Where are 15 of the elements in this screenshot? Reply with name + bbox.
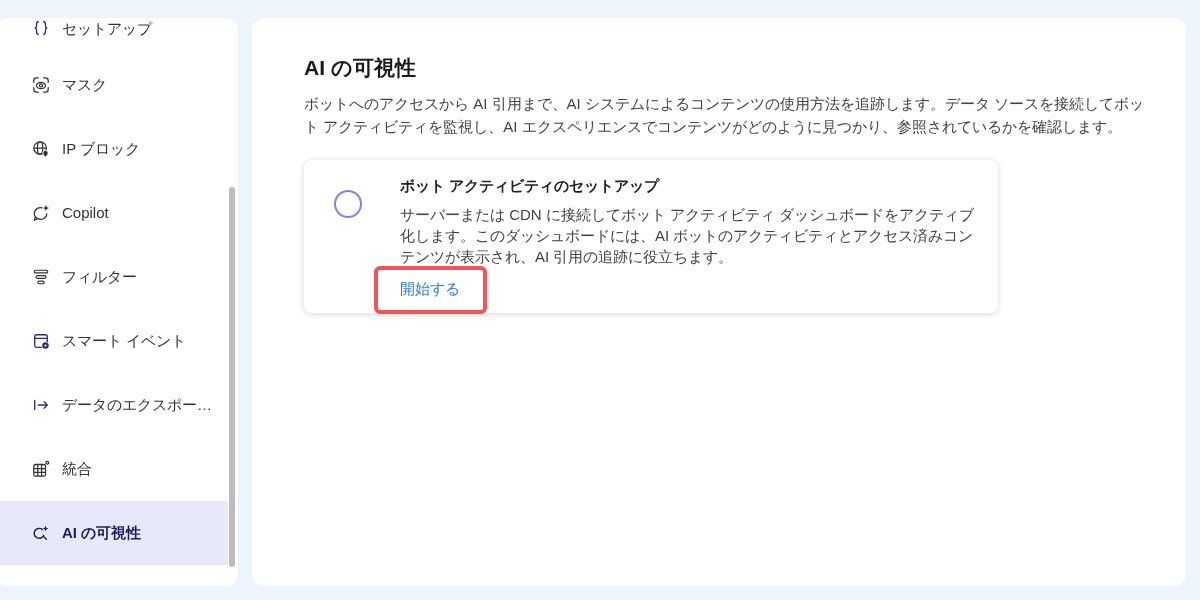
get-started-link[interactable]: 開始する	[400, 279, 460, 299]
page-title: AI の可視性	[304, 55, 417, 81]
calendar-gear-icon	[32, 332, 50, 350]
card-description: サーバーまたは CDN に接続してボット アクティビティ ダッシュボードをアクティブ化します。このダッシュボードには、AI ボットのアクティビティとアクセス済みコンテンツが表示され、AI 引用の追跡に役立ちます。	[400, 205, 976, 267]
page-description: ボットへのアクセスから AI 引用まで、AI システムによるコンテンツの使用方法を追跡します。データ ソースを接続してボット アクティビティを監視し、AI エクスペリエンスでコンテンツがどのように見つかり、参照されているかを確認します。	[304, 94, 1145, 137]
search-sparkle-icon	[32, 524, 50, 542]
sidebar-item[interactable]: AI の可視性	[0, 501, 228, 565]
braces-icon	[32, 19, 50, 37]
globe-pin-icon	[32, 140, 50, 158]
card-title: ボット アクティビティのセットアップ	[400, 176, 661, 196]
face-scan-icon	[32, 76, 50, 94]
filter-icon	[32, 268, 50, 286]
chat-sparkle-icon	[32, 204, 50, 222]
scrollbar[interactable]	[229, 187, 235, 567]
grid-icon	[32, 460, 50, 478]
